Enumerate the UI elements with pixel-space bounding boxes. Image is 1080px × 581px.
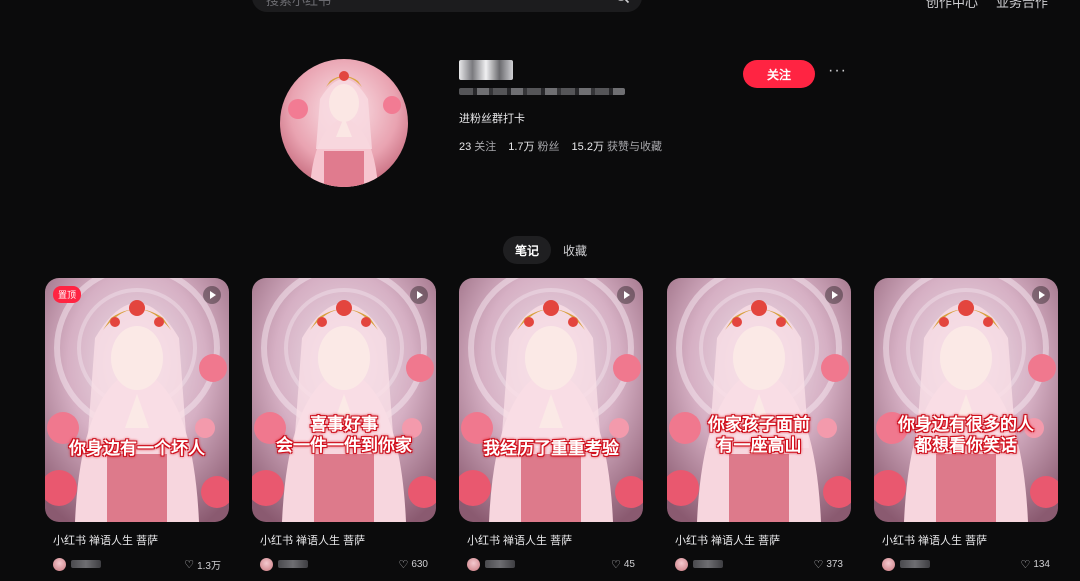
stat-followers[interactable]: 1.7万 粉丝 (508, 138, 559, 154)
video-play-icon (617, 286, 635, 304)
author-name-blurred (485, 560, 515, 568)
like-value: 373 (826, 558, 843, 570)
caption-line: 都想看你笑话 (915, 436, 1017, 455)
video-play-icon (1032, 286, 1050, 304)
like-count[interactable]: ♡ 134 (1020, 558, 1050, 571)
username-blurred (459, 60, 513, 80)
bodhisattva-image (667, 278, 851, 522)
search-input[interactable]: 搜索小红书 (252, 0, 642, 12)
like-value: 1.3万 (197, 560, 221, 572)
like-count[interactable]: ♡ 1.3万 (184, 557, 221, 572)
note-author[interactable] (675, 557, 723, 571)
note-card[interactable]: 喜事好事会一件一件到你家 小红书 禅语人生 菩萨 ♡ 630 (252, 278, 436, 571)
like-value: 134 (1033, 558, 1050, 570)
heart-icon: ♡ (398, 558, 409, 571)
video-play-icon (410, 286, 428, 304)
search-placeholder: 搜索小红书 (266, 0, 332, 8)
bodhisattva-image (459, 278, 643, 522)
bodhisattva-image (45, 278, 229, 522)
author-avatar (53, 557, 66, 571)
author-name-blurred (693, 560, 723, 568)
author-avatar (675, 557, 688, 571)
like-count[interactable]: ♡ 373 (813, 558, 843, 571)
tab-collections[interactable]: 收藏 (551, 236, 599, 264)
note-caption: 你家孩子面前 有一座高山 (667, 414, 851, 456)
note-title[interactable]: 小红书 禅语人生 菩萨 (45, 532, 229, 548)
author-name-blurred (71, 560, 101, 568)
note-cover[interactable]: 你家孩子面前 有一座高山 (667, 278, 851, 522)
note-title[interactable]: 小红书 禅语人生 菩萨 (874, 532, 1058, 548)
note-card[interactable]: 你身边有一个坏人 置顶 小红书 禅语人生 菩萨 ♡ 1.3万 (45, 278, 229, 572)
stat-likes: 15.2万 获赞与收藏 (571, 141, 662, 153)
like-value: 630 (411, 558, 428, 570)
like-value: 45 (623, 558, 635, 570)
heart-icon: ♡ (184, 558, 195, 571)
bodhisattva-image (874, 278, 1058, 522)
note-author[interactable] (53, 557, 101, 571)
note-cover[interactable]: 你身边有很多的人 都想看你笑话 (874, 278, 1058, 522)
note-cover[interactable]: 喜事好事会一件一件到你家 (252, 278, 436, 522)
video-play-icon (203, 286, 221, 304)
author-name-blurred (900, 560, 930, 568)
note-author[interactable] (882, 557, 930, 571)
bodhisattva-image (252, 278, 436, 522)
note-cover[interactable]: 我经历了重重考验 (459, 278, 643, 522)
heart-icon: ♡ (813, 558, 824, 571)
note-card[interactable]: 你家孩子面前 有一座高山 小红书 禅语人生 菩萨 ♡ 373 (667, 278, 851, 571)
note-title[interactable]: 小红书 禅语人生 菩萨 (252, 532, 436, 548)
heart-icon: ♡ (611, 558, 621, 571)
note-title[interactable]: 小红书 禅语人生 菩萨 (667, 532, 851, 548)
note-caption: 我经历了重重考验 (459, 438, 643, 459)
search-icon[interactable] (614, 0, 630, 4)
author-avatar (467, 557, 480, 571)
note-card[interactable]: 你身边有很多的人 都想看你笑话 小红书 禅语人生 菩萨 ♡ 134 (874, 278, 1058, 571)
note-card[interactable]: 我经历了重重考验 小红书 禅语人生 菩萨 ♡ 45 (459, 278, 643, 571)
note-title[interactable]: 小红书 禅语人生 菩萨 (459, 532, 643, 548)
caption-line: 喜事好事 (310, 415, 378, 434)
caption-line: 你身边有很多的人 (898, 415, 1034, 434)
user-id-blurred (459, 88, 625, 95)
nav-business[interactable]: 业务合作 (996, 0, 1048, 11)
note-caption: 你身边有很多的人 都想看你笑话 (874, 414, 1058, 456)
note-caption: 你身边有一个坏人 (45, 438, 229, 459)
avatar (280, 59, 408, 187)
author-name-blurred (278, 560, 308, 568)
video-play-icon (825, 286, 843, 304)
note-cover[interactable]: 你身边有一个坏人 置顶 (45, 278, 229, 522)
follow-button[interactable]: 关注 (743, 60, 815, 88)
heart-icon: ♡ (1020, 558, 1031, 571)
caption-line: 你家孩子面前 (708, 415, 810, 434)
stats: 23 关注 1.7万 粉丝 15.2万 获赞与收藏 (459, 138, 662, 154)
note-caption: 喜事好事会一件一件到你家 (252, 414, 436, 456)
like-count[interactable]: ♡ 630 (398, 558, 428, 571)
caption-line: 你身边有一个坏人 (69, 439, 205, 458)
like-count[interactable]: ♡ 45 (611, 558, 635, 571)
author-avatar (882, 557, 895, 571)
more-options-icon[interactable]: ··· (828, 62, 847, 80)
note-author[interactable] (467, 557, 515, 571)
caption-line: 有一座高山 (716, 436, 802, 455)
note-author[interactable] (260, 557, 308, 571)
caption-line: 我经历了重重考验 (483, 439, 619, 458)
caption-line: 会一件一件到你家 (276, 436, 412, 455)
tab-notes[interactable]: 笔记 (503, 236, 552, 264)
stat-following[interactable]: 23 关注 (459, 138, 496, 154)
bio: 进粉丝群打卡 (459, 113, 525, 125)
author-avatar (260, 557, 273, 571)
pinned-badge: 置顶 (53, 286, 82, 303)
nav-creator-center[interactable]: 创作中心 (926, 0, 978, 11)
